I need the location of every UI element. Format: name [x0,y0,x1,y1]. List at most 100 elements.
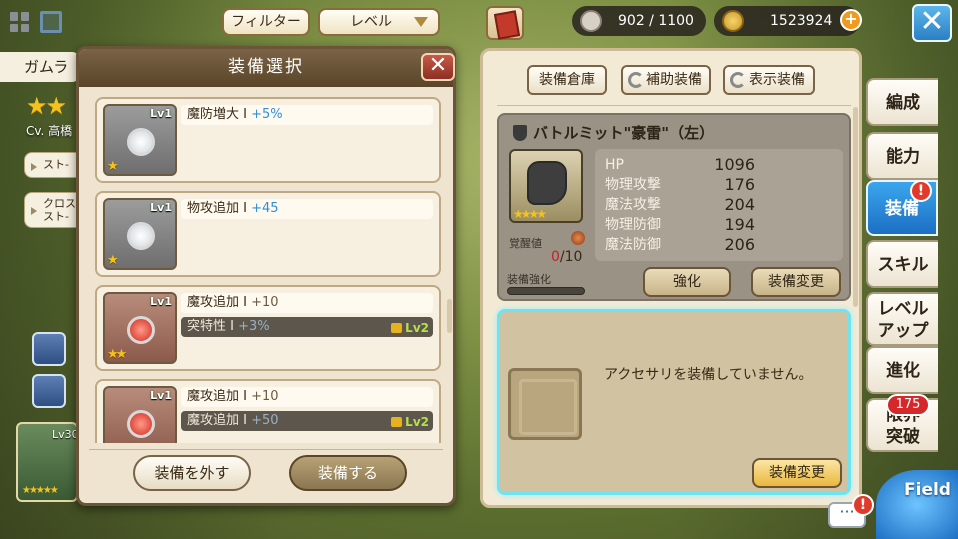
character-stars: ★★ [26,92,67,120]
coin-icon [722,10,744,32]
option-name: 魔攻追加 I [187,413,247,428]
field-label: Field [904,480,951,500]
locked-equipment-option: 突特性 I +3% Lv2 [181,317,433,337]
level-sort-label: レベル [350,14,392,30]
stat-value: 194 [724,215,755,234]
level-sort-dropdown[interactable]: レベル [318,8,440,36]
panel-scrollbar[interactable] [853,107,858,307]
display-equipment-button[interactable]: 表示装備 [723,65,815,95]
equipment-list[interactable]: Lv1 ★ 魔防増大 I +5% Lv1 ★ 物攻追加 I +45 Lv1 ★★… [93,97,443,443]
dialog-title: 装備選択 [79,49,453,87]
equipment-storage-button[interactable]: 装備倉庫 [527,65,607,95]
field-button[interactable]: Field [876,470,958,539]
option-value: +5% [251,107,283,122]
single-view-icon[interactable] [40,11,62,33]
level-up-line2: アップ [877,321,929,341]
cross-story-tag-button[interactable]: クロス スト- [24,192,84,228]
weapon-slot: バトルミット"豪雷"（左） ★★★★ 覚醒値 0/10 装備強化 HP 1096 … [497,113,851,301]
option-value: +3% [238,319,270,334]
white-gem-icon [127,128,155,156]
awakening-label: 覚醒値 [509,237,542,250]
empty-accessory-frame [508,368,582,440]
enhance-label: 装備強化 [507,273,551,286]
locked-equipment-option: 魔攻追加 I +50 Lv2 [181,411,433,431]
stat-row: 魔法攻撃 204 [605,195,755,215]
option-value: +10 [251,295,279,310]
option-name: 突特性 I [187,319,234,334]
equipment-level: Lv1 [150,295,172,308]
equipment-level: Lv1 [150,201,172,214]
book-icon[interactable] [486,6,524,40]
menu-formation[interactable]: 編成 [866,78,938,126]
equipment-option: 魔攻追加 I +10 [181,293,433,313]
panel-divider [497,105,851,106]
sword-icon[interactable] [32,374,66,408]
white-gem-icon [127,222,155,250]
awakening-value: 0/10 [551,249,582,265]
option-value: +50 [251,413,279,428]
limit-break-line2: 突破 [886,427,920,447]
equipment-panel: 装備倉庫 補助装備 表示装備 バトルミット"豪雷"（左） ★★★★ 覚醒値 0/… [480,48,862,508]
weapon-name-text: バトルミット"豪雷"（左） [533,124,715,142]
accessory-slot[interactable]: アクセサリを装備していません。 装備変更 [497,309,851,495]
menu-skill[interactable]: スキル [866,240,938,288]
equipment-item-card[interactable]: Lv1 ★★ 魔攻追加 I +10 突特性 I +3% Lv2 [95,285,441,371]
story-tag-button[interactable]: スト- [24,152,84,178]
dialog-close-button[interactable]: ✕ [421,53,455,81]
menu-level-up[interactable]: レベル アップ [866,292,938,346]
red-gem-icon [127,410,155,438]
equipment-level: Lv1 [150,389,172,402]
option-value: +45 [251,201,279,216]
stamina-icon [580,10,602,32]
stat-value: 176 [724,175,755,194]
option-value: +10 [251,389,279,404]
red-gem-icon [127,316,155,344]
coin-value: 1523924 [770,13,833,29]
weapon-thumbnail[interactable]: ★★★★ [509,149,583,223]
equipment-stars: ★★ [107,347,127,362]
enhance-button[interactable]: 強化 [643,267,731,297]
equipment-item-card[interactable]: Lv1 ★★ 魔攻追加 I +10 魔攻追加 I +50 Lv2 [95,379,441,443]
add-coins-icon[interactable]: + [840,9,862,31]
change-weapon-button[interactable]: 装備変更 [751,267,841,297]
awakening-max: /10 [559,249,583,265]
party-member-slot[interactable]: Lv30 ★★★★★ [16,422,79,502]
change-accessory-button[interactable]: 装備変更 [752,458,842,488]
equip-button[interactable]: 装備する [289,455,407,491]
list-scrollbar[interactable] [447,299,452,333]
enhance-progress-bar [507,287,585,295]
equipment-option: 魔攻追加 I +10 [181,387,433,407]
equipment-item-card[interactable]: Lv1 ★ 物攻追加 I +45 [95,191,441,277]
option-name: 物攻追加 I [187,201,247,216]
gauntlet-icon [527,161,567,205]
close-screen-button[interactable]: ✕ [912,4,952,42]
grid-view-icon[interactable] [10,12,30,32]
equipment-select-dialog: 装備選択 ✕ Lv1 ★ 魔防増大 I +5% Lv1 ★ 物攻追加 I +45… [76,46,456,506]
stamina-counter: 902 / 1100 [572,6,706,36]
filter-button[interactable]: フィルター [222,8,310,36]
support-equipment-label: 補助装備 [646,72,702,88]
character-name: ガムラ [0,52,80,82]
stat-value: 204 [724,195,755,214]
equipment-alert-icon: ! [910,180,932,202]
party-member-stars: ★★★★★ [22,485,59,496]
equipment-option: 物攻追加 I +45 [181,199,433,219]
chevron-down-icon [414,17,428,27]
dialog-divider [89,449,443,450]
no-accessory-message: アクセサリを装備していません。 [604,367,813,383]
lock-icon: Lv2 [391,318,429,338]
menu-ability[interactable]: 能力 [866,132,938,180]
stat-label: 物理防御 [605,217,661,233]
unequip-button[interactable]: 装備を外す [133,455,251,491]
stat-label: 魔法防御 [605,237,661,253]
support-equipment-button[interactable]: 補助装備 [621,65,711,95]
stat-row: 魔法防御 206 [605,235,755,255]
cycle-icon [628,72,644,88]
equipment-thumbnail: Lv1 ★ [103,198,177,270]
armor-icon[interactable] [32,332,66,366]
equipment-item-card[interactable]: Lv1 ★ 魔防増大 I +5% [95,97,441,183]
option-name: 魔攻追加 I [187,389,247,404]
shield-icon [513,125,527,141]
equipment-option: 魔防増大 I +5% [181,105,433,125]
menu-evolution[interactable]: 進化 [866,346,938,394]
